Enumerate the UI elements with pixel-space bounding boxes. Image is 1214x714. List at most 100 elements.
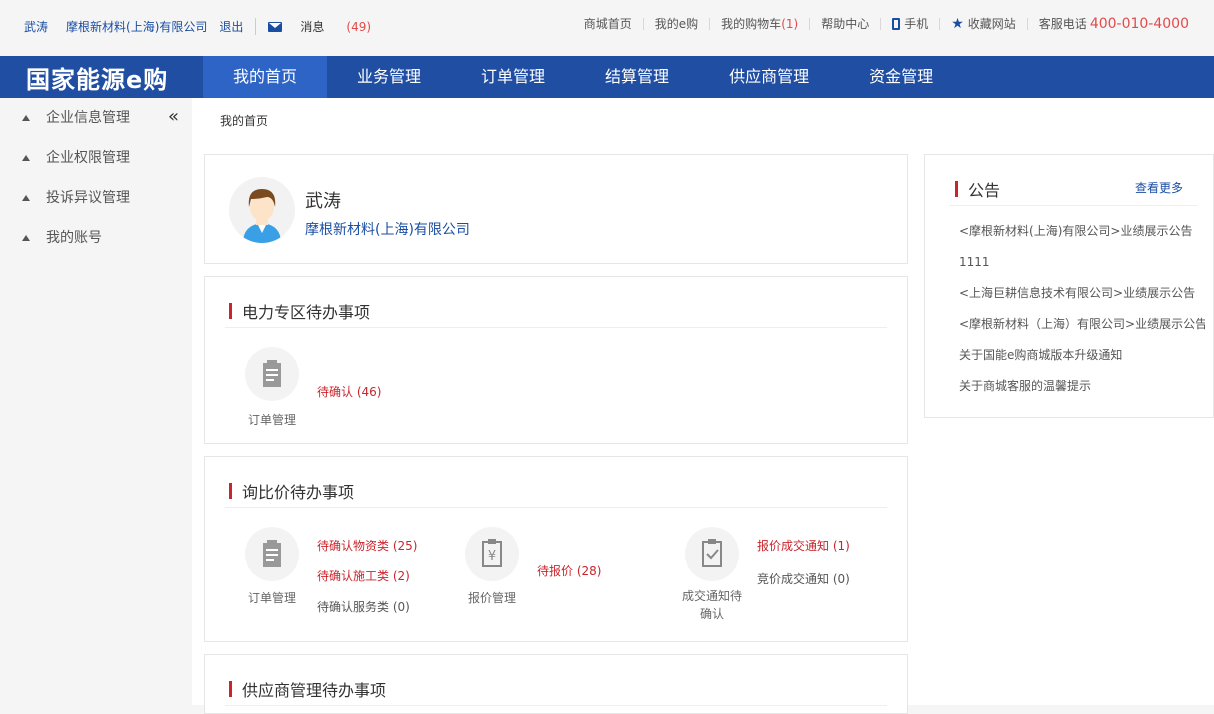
nav-item-settlement[interactable]: 结算管理	[575, 56, 699, 98]
sidebar-item-label: 投诉异议管理	[46, 190, 130, 206]
hotline: 客服电话 400-010-4000	[1026, 16, 1200, 32]
caret-up-icon	[22, 155, 30, 161]
power-pending-confirm[interactable]: 待确认 (46)	[317, 383, 381, 400]
phone-icon	[892, 18, 901, 30]
nav-item-supplier[interactable]: 供应商管理	[699, 56, 839, 98]
supplier-todo-panel: 供应商管理待办事项	[204, 654, 908, 714]
logout-link[interactable]: 退出	[219, 18, 257, 35]
notice-item[interactable]: 关于商城客服的温馨提示	[959, 378, 1205, 409]
sidebar: « 企业信息管理 企业权限管理 投诉异议管理 我的账号	[0, 98, 192, 705]
title-bar	[229, 483, 232, 499]
sidebar-item-complaints[interactable]: 投诉异议管理	[0, 178, 192, 218]
sidebar-item-label: 企业信息管理	[46, 110, 130, 126]
site-logo[interactable]: 国家能源e购	[26, 60, 168, 95]
avatar	[229, 177, 295, 243]
sidebar-item-permissions[interactable]: 企业权限管理	[0, 138, 192, 178]
favorite-site-link[interactable]: ★ 收藏网站	[939, 16, 1027, 32]
notice-panel: 公告 查看更多 <摩根新材料(上海)有限公司>业绩展示公告 1111 <上海巨耕…	[924, 154, 1214, 418]
order-icon-label: 订单管理	[247, 413, 296, 427]
star-icon: ★	[951, 16, 964, 32]
section-title-text: 询比价待办事项	[242, 483, 355, 502]
messages-count: (49)	[346, 19, 372, 34]
collapse-sidebar-icon[interactable]: «	[168, 106, 179, 127]
nav-menu: 我的首页 业务管理 订单管理 结算管理 供应商管理 资金管理	[203, 56, 963, 98]
notice-item[interactable]: <摩根新材料(上海)有限公司>业绩展示公告	[959, 223, 1205, 254]
profile-company[interactable]: 摩根新材料(上海)有限公司	[305, 219, 470, 239]
top-bar-right: 商城首页 我的e购 我的购物车 (1) 帮助中心 手机 ★ 收藏网站 客服电话 4…	[573, 16, 1200, 32]
bid-deal-notice[interactable]: 竞价成交通知 (0)	[757, 570, 850, 587]
notice-item[interactable]: <摩根新材料（上海）有限公司>业绩展示公告	[959, 316, 1205, 347]
quote-deal-notice[interactable]: 报价成交通知 (1)	[757, 537, 850, 554]
deal-notice-label: 成交通知待 确认	[671, 587, 753, 623]
inquiry-todo-panel: 询比价待办事项 订单管理 待确认物资类 (25) 待确认施工类 (2) 待确认服…	[204, 456, 908, 642]
caret-up-icon	[22, 195, 30, 201]
deal-notice-label-line2: 确认	[699, 607, 724, 621]
nav-item-home[interactable]: 我的首页	[203, 56, 328, 98]
mall-home-link[interactable]: 商城首页	[573, 18, 643, 30]
section-title-text: 供应商管理待办事项	[242, 681, 387, 700]
clipboard-icon	[263, 360, 281, 387]
company-name-link[interactable]: 摩根新材料(上海)有限公司	[66, 18, 207, 35]
yuan-receipt-icon: ¥	[482, 539, 502, 567]
pending-quote[interactable]: 待报价 (28)	[537, 562, 601, 579]
mobile-link[interactable]: 手机	[880, 18, 939, 30]
user-name-link[interactable]: 武涛	[24, 18, 48, 35]
sidebar-item-my-account[interactable]: 我的账号	[0, 218, 192, 258]
deal-notice-icon[interactable]	[685, 527, 739, 581]
my-egou-link[interactable]: 我的e购	[642, 18, 709, 30]
nav-item-business[interactable]: 业务管理	[327, 56, 451, 98]
pending-construction[interactable]: 待确认施工类 (2)	[317, 567, 410, 584]
cart-count: (1)	[781, 17, 799, 31]
favorite-label: 收藏网站	[967, 17, 1016, 31]
nav-item-orders[interactable]: 订单管理	[451, 56, 575, 98]
notice-item[interactable]: 关于国能e购商城版本升级通知	[959, 347, 1205, 378]
clipboard-icon	[263, 540, 281, 567]
divider	[225, 705, 887, 706]
section-title: 电力专区待办事项	[229, 299, 370, 323]
check-clipboard-icon	[702, 539, 722, 567]
help-center-link[interactable]: 帮助中心	[809, 18, 880, 30]
mobile-label: 手机	[904, 17, 929, 31]
top-bar: 武涛 摩根新材料(上海)有限公司 退出 消息 (49) 商城首页 我的e购 我的…	[0, 0, 1214, 56]
cart-label: 我的购物车	[721, 17, 782, 31]
sidebar-item-company-info[interactable]: 企业信息管理	[0, 98, 192, 138]
notice-title-text: 公告	[968, 181, 1001, 200]
pending-services[interactable]: 待确认服务类 (0)	[317, 598, 410, 615]
sidebar-item-label: 我的账号	[46, 230, 102, 246]
hotline-label: 客服电话	[1038, 17, 1087, 31]
order-icon[interactable]	[245, 527, 299, 581]
notice-item[interactable]: <上海巨耕信息技术有限公司>业绩展示公告	[959, 285, 1205, 316]
avatar-icon	[229, 177, 295, 243]
top-bar-left: 武涛 摩根新材料(上海)有限公司 退出 消息 (49)	[24, 18, 407, 35]
title-bar	[229, 303, 232, 319]
divider	[949, 205, 1197, 206]
section-title: 询比价待办事项	[229, 479, 354, 503]
power-todo-panel: 电力专区待办事项 订单管理 待确认 (46)	[204, 276, 908, 444]
notice-title: 公告	[955, 177, 1000, 201]
order-icon-label: 订单管理	[247, 591, 296, 605]
cart-link[interactable]: 我的购物车 (1)	[709, 18, 809, 30]
sidebar-item-label: 企业权限管理	[46, 150, 130, 166]
view-more-link[interactable]: 查看更多	[1135, 179, 1183, 196]
divider	[225, 507, 887, 508]
caret-up-icon	[22, 115, 30, 121]
svg-text:¥: ¥	[488, 549, 496, 564]
title-bar	[229, 681, 232, 697]
section-title-text: 电力专区待办事项	[242, 303, 371, 322]
notice-item[interactable]: 1111	[959, 254, 1205, 285]
pending-materials[interactable]: 待确认物资类 (25)	[317, 537, 417, 554]
section-title: 供应商管理待办事项	[229, 677, 386, 701]
divider	[225, 327, 887, 328]
breadcrumb: 我的首页	[220, 114, 269, 128]
quote-icon[interactable]: ¥	[465, 527, 519, 581]
order-icon[interactable]	[245, 347, 299, 401]
nav-item-funds[interactable]: 资金管理	[839, 56, 963, 98]
title-bar	[955, 181, 958, 197]
messages-label: 消息	[300, 20, 325, 34]
main-nav: 国家能源e购 我的首页 业务管理 订单管理 结算管理 供应商管理 资金管理	[0, 56, 1214, 98]
hotline-number: 400-010-4000	[1089, 16, 1189, 32]
notice-list: <摩根新材料(上海)有限公司>业绩展示公告 1111 <上海巨耕信息技术有限公司…	[959, 223, 1205, 409]
messages-link[interactable]: 消息 (49)	[268, 18, 389, 35]
profile-card: 武涛 摩根新材料(上海)有限公司	[204, 154, 908, 264]
deal-notice-label-line1: 成交通知待	[681, 589, 742, 603]
